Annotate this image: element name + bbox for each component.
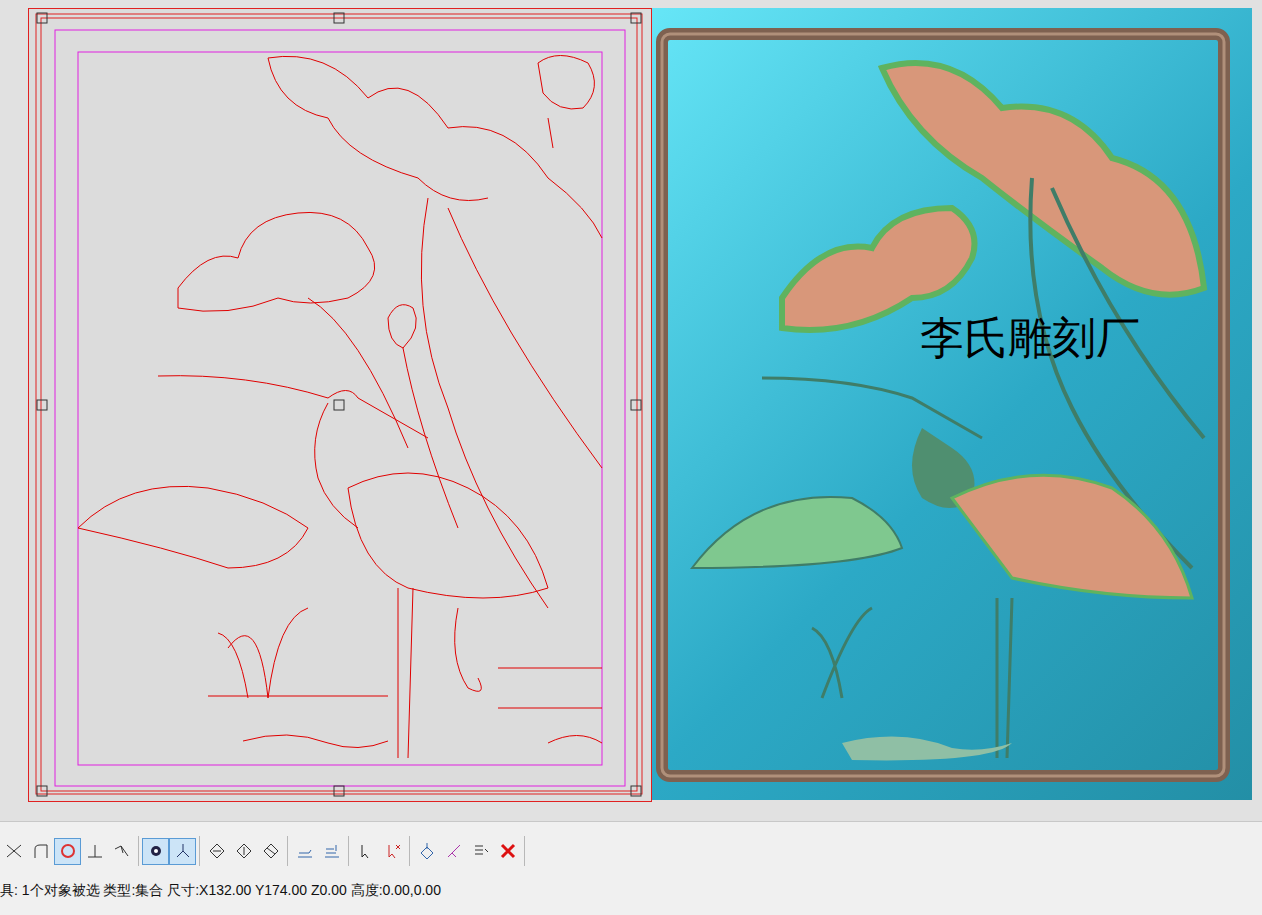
tool-icon xyxy=(207,841,227,861)
tool-icon xyxy=(417,841,437,861)
toolbar-group xyxy=(413,836,525,866)
toolbar-button[interactable] xyxy=(108,838,135,865)
canvas[interactable]: 李氏雕刻厂 xyxy=(0,0,1262,822)
tool-icon xyxy=(261,841,281,861)
toolbar-button[interactable] xyxy=(494,838,521,865)
toolbar xyxy=(0,832,1262,870)
toolbar-group xyxy=(291,836,349,866)
tool-icon xyxy=(234,841,254,861)
toolbar-button[interactable] xyxy=(230,838,257,865)
tool-icon xyxy=(85,841,105,861)
toolbar-button[interactable] xyxy=(318,838,345,865)
tool-icon xyxy=(295,841,315,861)
toolbar-button[interactable] xyxy=(379,838,406,865)
app: 李氏雕刻厂具: 1个对象被选 类型:集合 尺寸:X132.00 Y174.00 … xyxy=(0,0,1262,915)
toolbar-group xyxy=(0,836,139,866)
toolbar-group xyxy=(352,836,410,866)
tool-icon xyxy=(498,841,518,861)
tool-icon xyxy=(383,841,403,861)
tool-icon xyxy=(58,841,78,861)
tool-icon xyxy=(471,841,491,861)
status-bar: 具: 1个对象被选 类型:集合 尺寸:X132.00 Y174.00 Z0.00… xyxy=(0,880,1262,900)
toolbar-group xyxy=(203,836,288,866)
watermark: 李氏雕刻厂 xyxy=(920,312,1140,365)
tool-icon xyxy=(112,841,132,861)
toolbar-button[interactable] xyxy=(440,838,467,865)
toolbar-button[interactable] xyxy=(169,838,196,865)
toolbar-button[interactable] xyxy=(27,838,54,865)
relief-artwork-icon xyxy=(652,8,1252,800)
toolbar-button[interactable] xyxy=(142,838,169,865)
tool-icon xyxy=(146,841,166,861)
tool-icon xyxy=(31,841,51,861)
toolbar-button[interactable] xyxy=(257,838,284,865)
toolbar-button[interactable] xyxy=(352,838,379,865)
toolbar-button[interactable] xyxy=(291,838,318,865)
line-drawing-panel[interactable] xyxy=(28,8,653,802)
tool-icon xyxy=(356,841,376,861)
tool-icon xyxy=(322,841,342,861)
tool-icon xyxy=(444,841,464,861)
tool-icon xyxy=(4,841,24,861)
toolbar-button[interactable] xyxy=(81,838,108,865)
tool-icon xyxy=(173,841,193,861)
toolbar-group xyxy=(142,836,200,866)
relief-preview-panel[interactable]: 李氏雕刻厂 xyxy=(652,8,1252,800)
toolbar-button[interactable] xyxy=(54,838,81,865)
toolbar-button[interactable] xyxy=(413,838,440,865)
toolbar-button[interactable] xyxy=(203,838,230,865)
toolbar-button[interactable] xyxy=(467,838,494,865)
toolbar-button[interactable] xyxy=(0,838,27,865)
